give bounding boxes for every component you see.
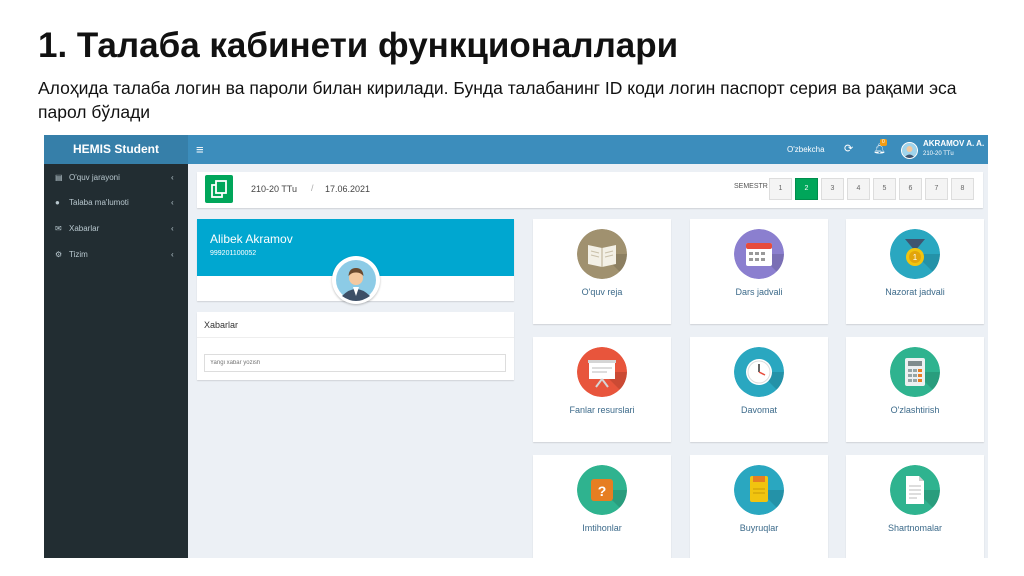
student-avatar-icon (336, 260, 376, 301)
profile-id: 999201100052 (210, 250, 257, 257)
user-avatar[interactable] (901, 142, 918, 159)
tile-label: Shartnomalar (887, 523, 943, 533)
question-icon: ? (577, 465, 627, 515)
language-selector[interactable]: O'zbekcha (787, 135, 825, 164)
tile-oquv-reja[interactable]: O'quv reja (533, 219, 671, 324)
slide-description: Алоҳида талаба логин ва пароли билан кир… (38, 78, 957, 122)
chevron-left-icon: ‹ (171, 173, 174, 182)
semester-button-2[interactable]: 2 (795, 178, 818, 200)
tile-label: O'zlashtirish (890, 405, 940, 415)
sidebar-item-xabarlar[interactable]: ✉ Xabarlar ‹ (44, 219, 188, 239)
tile-imtihonlar[interactable]: ? Imtihonlar (533, 455, 671, 558)
book-icon (577, 229, 627, 279)
user-name[interactable]: AKRAMOV A. A. (923, 139, 984, 148)
news-title: Xabarlar (204, 320, 239, 330)
tile-dars-jadvali[interactable]: Dars jadvali (690, 219, 828, 324)
sidebar-item-tizim[interactable]: ⚙ Tizim ‹ (44, 245, 188, 265)
sidebar-item-label: O'quv jarayoni (69, 173, 120, 182)
tile-label: Imtihonlar (582, 523, 622, 533)
semester-label: SEMESTR (734, 183, 768, 190)
semester-button-8[interactable]: 8 (951, 178, 974, 200)
calendar-icon (734, 229, 784, 279)
tile-fanlar-resurslari[interactable]: Fanlar resurslari (533, 337, 671, 442)
document-icon (890, 465, 940, 515)
semester-button-5[interactable]: 5 (873, 178, 896, 200)
avatar-icon (902, 143, 917, 158)
medal-icon: 1 (890, 229, 940, 279)
semester-button-1[interactable]: 1 (769, 178, 792, 200)
book-icon: ▤ (55, 173, 63, 182)
chevron-left-icon: ‹ (171, 198, 174, 207)
user-group: 210-20 TTu (923, 151, 954, 157)
sidebar-item-label: Xabarlar (69, 224, 100, 233)
clock-icon (734, 347, 784, 397)
semester-button-3[interactable]: 3 (821, 178, 844, 200)
profile-avatar (332, 256, 380, 304)
notification-badge: 0 (880, 139, 887, 146)
hemis-app-screenshot: HEMIS Student ≡ O'zbekcha ⟳ 🔔︎ 0 AKRAMOV… (44, 135, 988, 558)
tile-label: Dars jadvali (735, 287, 783, 297)
tile-shartnomalar[interactable]: Shartnomalar (846, 455, 984, 558)
svg-text:?: ? (598, 483, 607, 499)
chevron-left-icon: ‹ (171, 224, 174, 233)
calculator-icon (890, 347, 940, 397)
semester-button-7[interactable]: 7 (925, 178, 948, 200)
tile-label: Fanlar resurslari (569, 405, 635, 415)
app-brand[interactable]: HEMIS Student (44, 135, 188, 164)
news-box: Xabarlar (197, 312, 514, 380)
semester-button-4[interactable]: 4 (847, 178, 870, 200)
sidebar-item-label: Tizim (69, 250, 88, 259)
svg-text:1: 1 (913, 253, 918, 262)
new-message-input[interactable] (204, 354, 506, 372)
refresh-icon[interactable]: ⟳ (844, 135, 853, 164)
tile-ozlashtirish[interactable]: O'zlashtirish (846, 337, 984, 442)
gear-icon: ⚙ (55, 250, 63, 259)
breadcrumb-separator: / (311, 183, 314, 193)
tile-nazorat-jadvali[interactable]: 1 Nazorat jadvali (846, 219, 984, 324)
sidebar-item-label: Talaba ma'lumoti (69, 198, 129, 207)
tile-buyruqlar[interactable]: Buyruqlar (690, 455, 828, 558)
tile-label: Nazorat jadvali (885, 287, 945, 297)
menu-toggle-icon[interactable]: ≡ (196, 135, 204, 164)
semester-bar: 210-20 TTu / 17.06.2021 SEMESTR 1 2 3 4 … (197, 172, 983, 208)
profile-name: Alibek Akramov (210, 232, 293, 246)
chevron-left-icon: ‹ (171, 250, 174, 259)
user-icon: ● (55, 198, 60, 207)
top-navbar: HEMIS Student ≡ O'zbekcha ⟳ 🔔︎ 0 AKRAMOV… (44, 135, 988, 164)
profile-card: Alibek Akramov 999201100052 (197, 219, 514, 304)
copy-icon (205, 175, 233, 203)
group-name: 210-20 TTu (251, 184, 298, 194)
folder-icon (734, 465, 784, 515)
presentation-icon (577, 347, 627, 397)
tile-label: Davomat (740, 405, 777, 415)
semester-button-6[interactable]: 6 (899, 178, 922, 200)
current-date: 17.06.2021 (325, 184, 371, 194)
tile-label: Buyruqlar (739, 523, 779, 533)
slide-title: 1. Талаба кабинети функционаллари (38, 26, 679, 65)
sidebar: ▤ O'quv jarayoni ‹ ● Talaba ma'lumoti ‹ … (44, 164, 188, 558)
tile-label: O'quv reja (581, 287, 623, 297)
sidebar-item-oquv-jarayoni[interactable]: ▤ O'quv jarayoni ‹ (44, 168, 188, 188)
tile-davomat[interactable]: Davomat (690, 337, 828, 442)
envelope-icon: ✉ (55, 224, 62, 233)
sidebar-item-talaba-malumoti[interactable]: ● Talaba ma'lumoti ‹ (44, 193, 188, 213)
divider (197, 337, 514, 338)
